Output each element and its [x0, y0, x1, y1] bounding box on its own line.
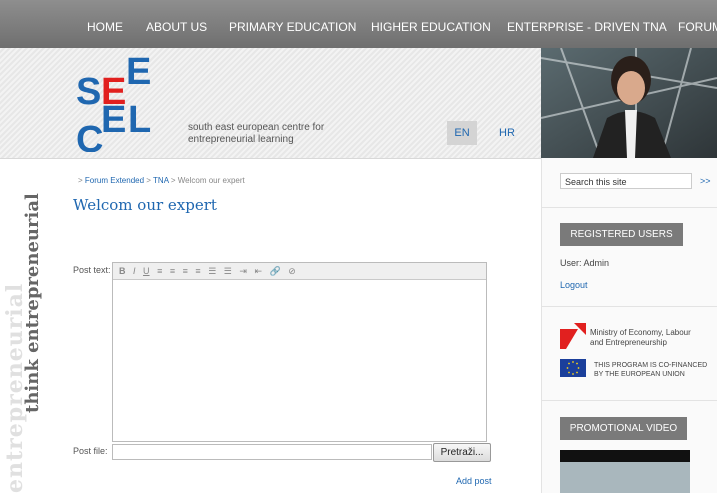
logo-letter-e2: E: [126, 52, 151, 93]
breadcrumb-forum-extended[interactable]: Forum Extended: [85, 176, 144, 185]
logo-letter-l: L: [128, 99, 151, 141]
add-post-link[interactable]: Add post: [456, 476, 492, 486]
header-photo: [541, 48, 717, 158]
unlink-icon[interactable]: ⊘: [288, 263, 296, 279]
user-line: User: Admin: [560, 258, 610, 268]
eu-cofinanced-logo[interactable]: THIS PROGRAM IS CO-FINANCED BY THE EUROP…: [560, 359, 710, 381]
indent-icon[interactable]: ⇥: [239, 263, 247, 279]
promotional-video-player[interactable]: [560, 450, 690, 493]
eu-text: THIS PROGRAM IS CO-FINANCED BY THE EUROP…: [594, 361, 707, 379]
align-left-icon[interactable]: ≡: [157, 263, 162, 279]
eu-flag-icon: [560, 359, 586, 377]
link-icon[interactable]: 🔗: [270, 263, 281, 279]
logo-letter-s: S: [76, 71, 101, 113]
underline-icon[interactable]: U: [143, 263, 150, 279]
align-center-icon[interactable]: ≡: [170, 263, 175, 279]
ministry-text-line: and Entrepreneurship: [590, 338, 667, 347]
post-file-label: Post file:: [73, 446, 108, 456]
ministry-logo[interactable]: Ministry of Economy, Labour and Entrepre…: [560, 323, 710, 353]
sidebar-divider: [541, 306, 717, 307]
nav-forum[interactable]: FORUM: [678, 20, 717, 34]
breadcrumb-tna[interactable]: TNA: [153, 176, 169, 185]
align-right-icon[interactable]: ≡: [183, 263, 188, 279]
nav-higher-education[interactable]: HIGHER EDUCATION: [371, 20, 491, 34]
breadcrumb-separator: >: [146, 176, 151, 185]
sidebar-divider: [541, 400, 717, 401]
outdent-icon[interactable]: ⇤: [254, 263, 262, 279]
nav-home[interactable]: HOME: [87, 20, 123, 34]
seecel-logo[interactable]: S E E C E L: [72, 52, 172, 152]
italic-icon[interactable]: I: [133, 263, 136, 279]
bullet-list-icon[interactable]: ☰: [208, 263, 216, 279]
eu-text-line: THIS PROGRAM IS CO-FINANCED: [594, 362, 708, 369]
logo-letter-c: C: [76, 119, 103, 152]
editor-toolbar: B I U ≡ ≡ ≡ ≡ ☰ ☰ ⇥ ⇤ 🔗 ⊘: [113, 263, 486, 280]
logout-link[interactable]: Logout: [560, 280, 588, 290]
sidebar-divider: [541, 207, 717, 208]
lang-hr-button[interactable]: HR: [499, 121, 515, 145]
side-slogan-front: think entrepreneurial: [22, 193, 43, 413]
browse-button[interactable]: Pretraži...: [433, 443, 491, 462]
search-input[interactable]: Search this site: [560, 173, 692, 189]
top-navigation: HOME ABOUT US PRIMARY EDUCATION HIGHER E…: [0, 0, 717, 48]
breadcrumb-separator: >: [170, 176, 176, 185]
nav-about-us[interactable]: ABOUT US: [146, 20, 207, 34]
bold-icon[interactable]: B: [119, 263, 126, 279]
numbered-list-icon[interactable]: ☰: [224, 263, 232, 279]
post-text-label: Post text:: [73, 265, 111, 275]
breadcrumb-current: Welcom our expert: [177, 176, 245, 185]
nav-primary-education[interactable]: PRIMARY EDUCATION: [229, 20, 356, 34]
search-go-button[interactable]: >>: [700, 176, 711, 186]
breadcrumb: > Forum Extended > TNA > Welcom our expe…: [78, 176, 245, 185]
video-top-bar: [560, 450, 690, 462]
page-title: Welcom our expert: [73, 196, 217, 214]
site-tagline: south east european centre for entrepren…: [188, 122, 325, 145]
breadcrumb-prefix: >: [78, 176, 83, 185]
post-text-editor[interactable]: B I U ≡ ≡ ≡ ≡ ☰ ☰ ⇥ ⇤ 🔗 ⊘: [112, 262, 487, 442]
editor-body[interactable]: [113, 280, 486, 440]
align-justify-icon[interactable]: ≡: [195, 263, 200, 279]
side-slogan-strip: entrepreneurial think entrepreneurial: [0, 158, 60, 493]
eu-text-line: BY THE EUROPEAN UNION: [594, 371, 685, 378]
nav-enterprise-driven-tna[interactable]: ENTERPRISE - DRIVEN TNA: [507, 20, 667, 34]
ministry-text-line: Ministry of Economy, Labour: [590, 328, 691, 337]
ministry-text: Ministry of Economy, Labour and Entrepre…: [590, 328, 691, 348]
logo-letter-e3: E: [101, 99, 126, 141]
promotional-video-heading: PROMOTIONAL VIDEO: [560, 417, 687, 440]
lang-en-button[interactable]: EN: [447, 121, 477, 145]
post-file-field[interactable]: [112, 444, 432, 460]
ministry-icon: [560, 323, 586, 349]
registered-users-heading: REGISTERED USERS: [560, 223, 683, 246]
